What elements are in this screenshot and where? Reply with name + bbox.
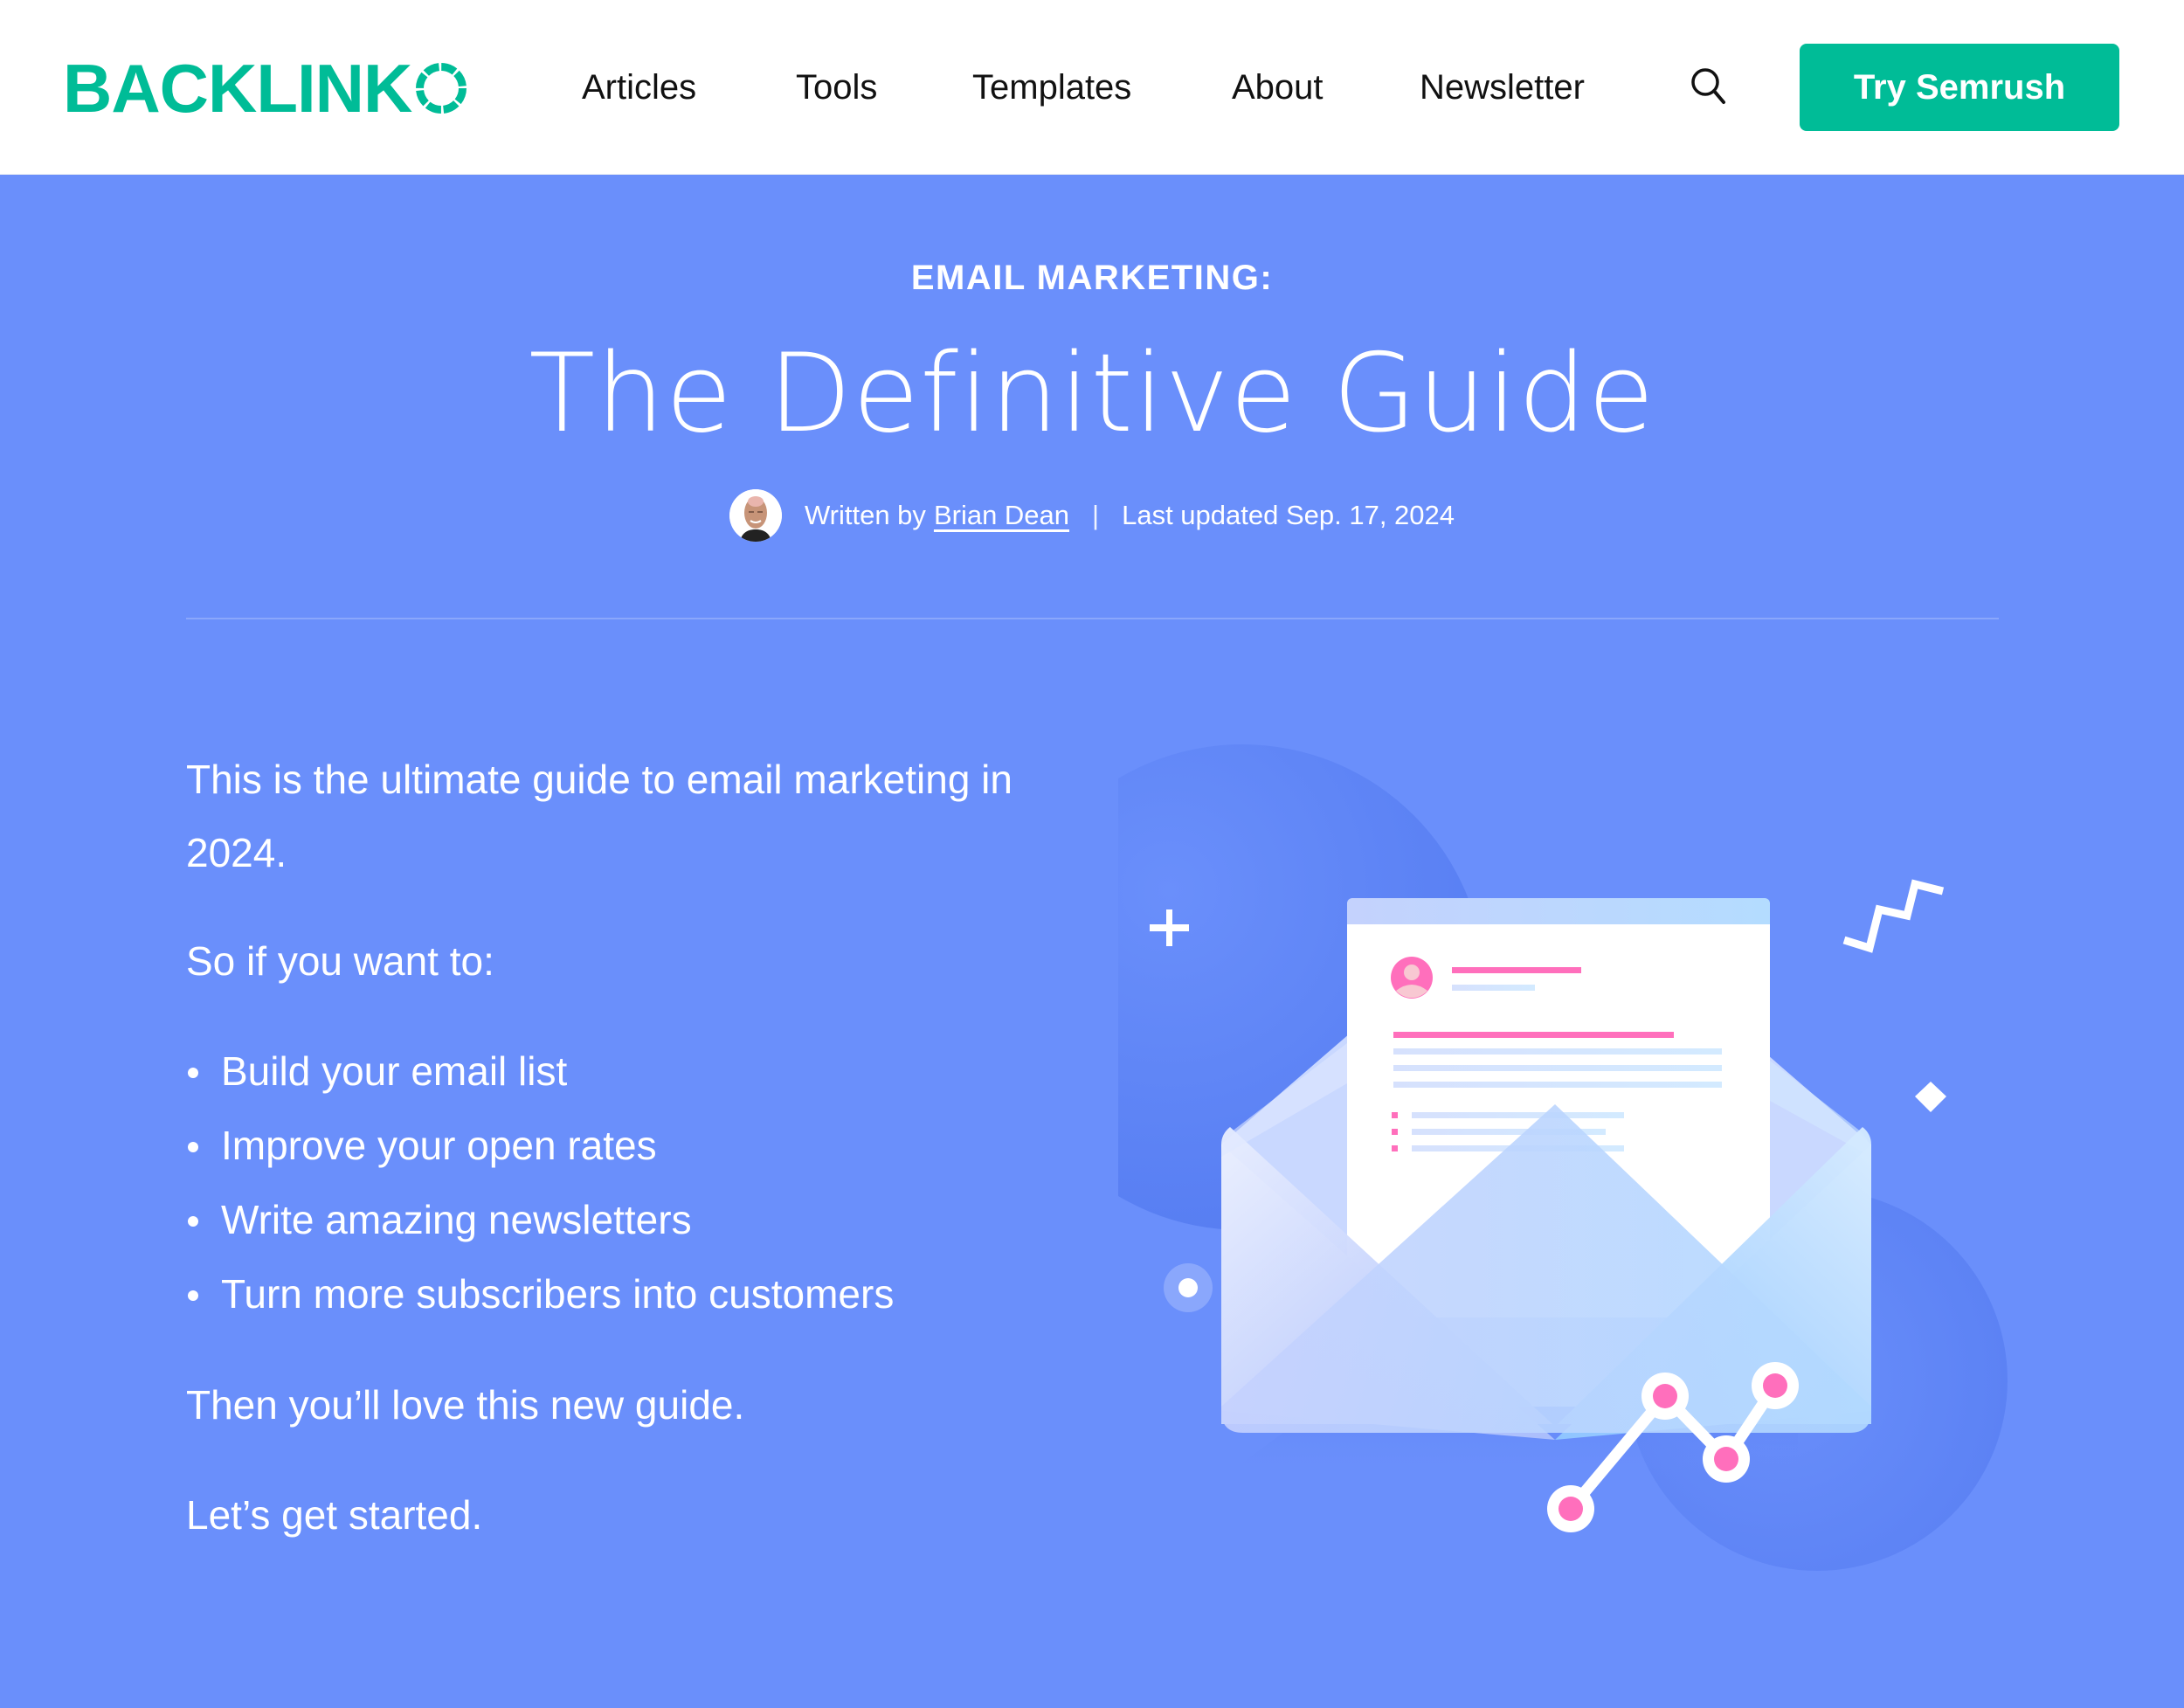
- logo-ring-icon: [416, 63, 467, 114]
- list-item: Build your email list: [186, 1034, 1103, 1109]
- hero-divider: [186, 618, 1999, 619]
- byline-separator: |: [1092, 500, 1100, 530]
- intro-section: This is the ultimate guide to email mark…: [186, 743, 1103, 1588]
- intro-prompt: So if you want to:: [186, 938, 494, 984]
- nav-tools[interactable]: Tools: [796, 66, 877, 108]
- list-item: Improve your open rates: [186, 1109, 1103, 1183]
- list-item: Turn more subscribers into customers: [186, 1257, 1103, 1331]
- intro-cta-text: Let’s get started.: [186, 1492, 483, 1538]
- author-photo-icon: [729, 489, 782, 542]
- last-updated: Last updated Sep. 17, 2024: [1122, 500, 1455, 530]
- site-header: BACKLINK Articles Tools Templates About …: [0, 0, 2184, 175]
- search-icon: [1691, 68, 1725, 104]
- dot-sparkle-icon: [1178, 1278, 1198, 1297]
- logo-wordmark: BACKLINK: [63, 50, 412, 127]
- intro-lead: This is the ultimate guide to email mark…: [186, 757, 1013, 875]
- author-link[interactable]: Brian Dean: [934, 500, 1069, 531]
- intro-closing: Then you’ll love this new guide.: [186, 1382, 745, 1428]
- try-semrush-button[interactable]: Try Semrush: [1800, 44, 2119, 131]
- benefits-list: Build your email list Improve your open …: [186, 1034, 1103, 1331]
- backlinko-logo[interactable]: BACKLINK: [63, 54, 467, 122]
- list-item: Write amazing newsletters: [186, 1183, 1103, 1257]
- written-by-label: Written by: [804, 500, 926, 530]
- search-button[interactable]: [1688, 65, 1731, 108]
- diamond-sparkle-icon: [1915, 1082, 1946, 1112]
- nav-about[interactable]: About: [1232, 66, 1324, 108]
- nav-newsletter[interactable]: Newsletter: [1420, 66, 1585, 108]
- author-avatar: [729, 489, 782, 542]
- zigzag-sparkle-icon: [1842, 879, 1945, 953]
- envelope-chart-illustration: [999, 744, 2008, 1571]
- nav-articles[interactable]: Articles: [582, 66, 696, 108]
- byline: Written by Brian Dean | Last updated Sep…: [0, 489, 2184, 542]
- page-title: The Definitive Guide: [529, 331, 1655, 457]
- category-eyebrow: EMAIL MARKETING:: [910, 259, 1274, 297]
- nav-templates[interactable]: Templates: [972, 66, 1131, 108]
- email-illustration: [999, 734, 2009, 1625]
